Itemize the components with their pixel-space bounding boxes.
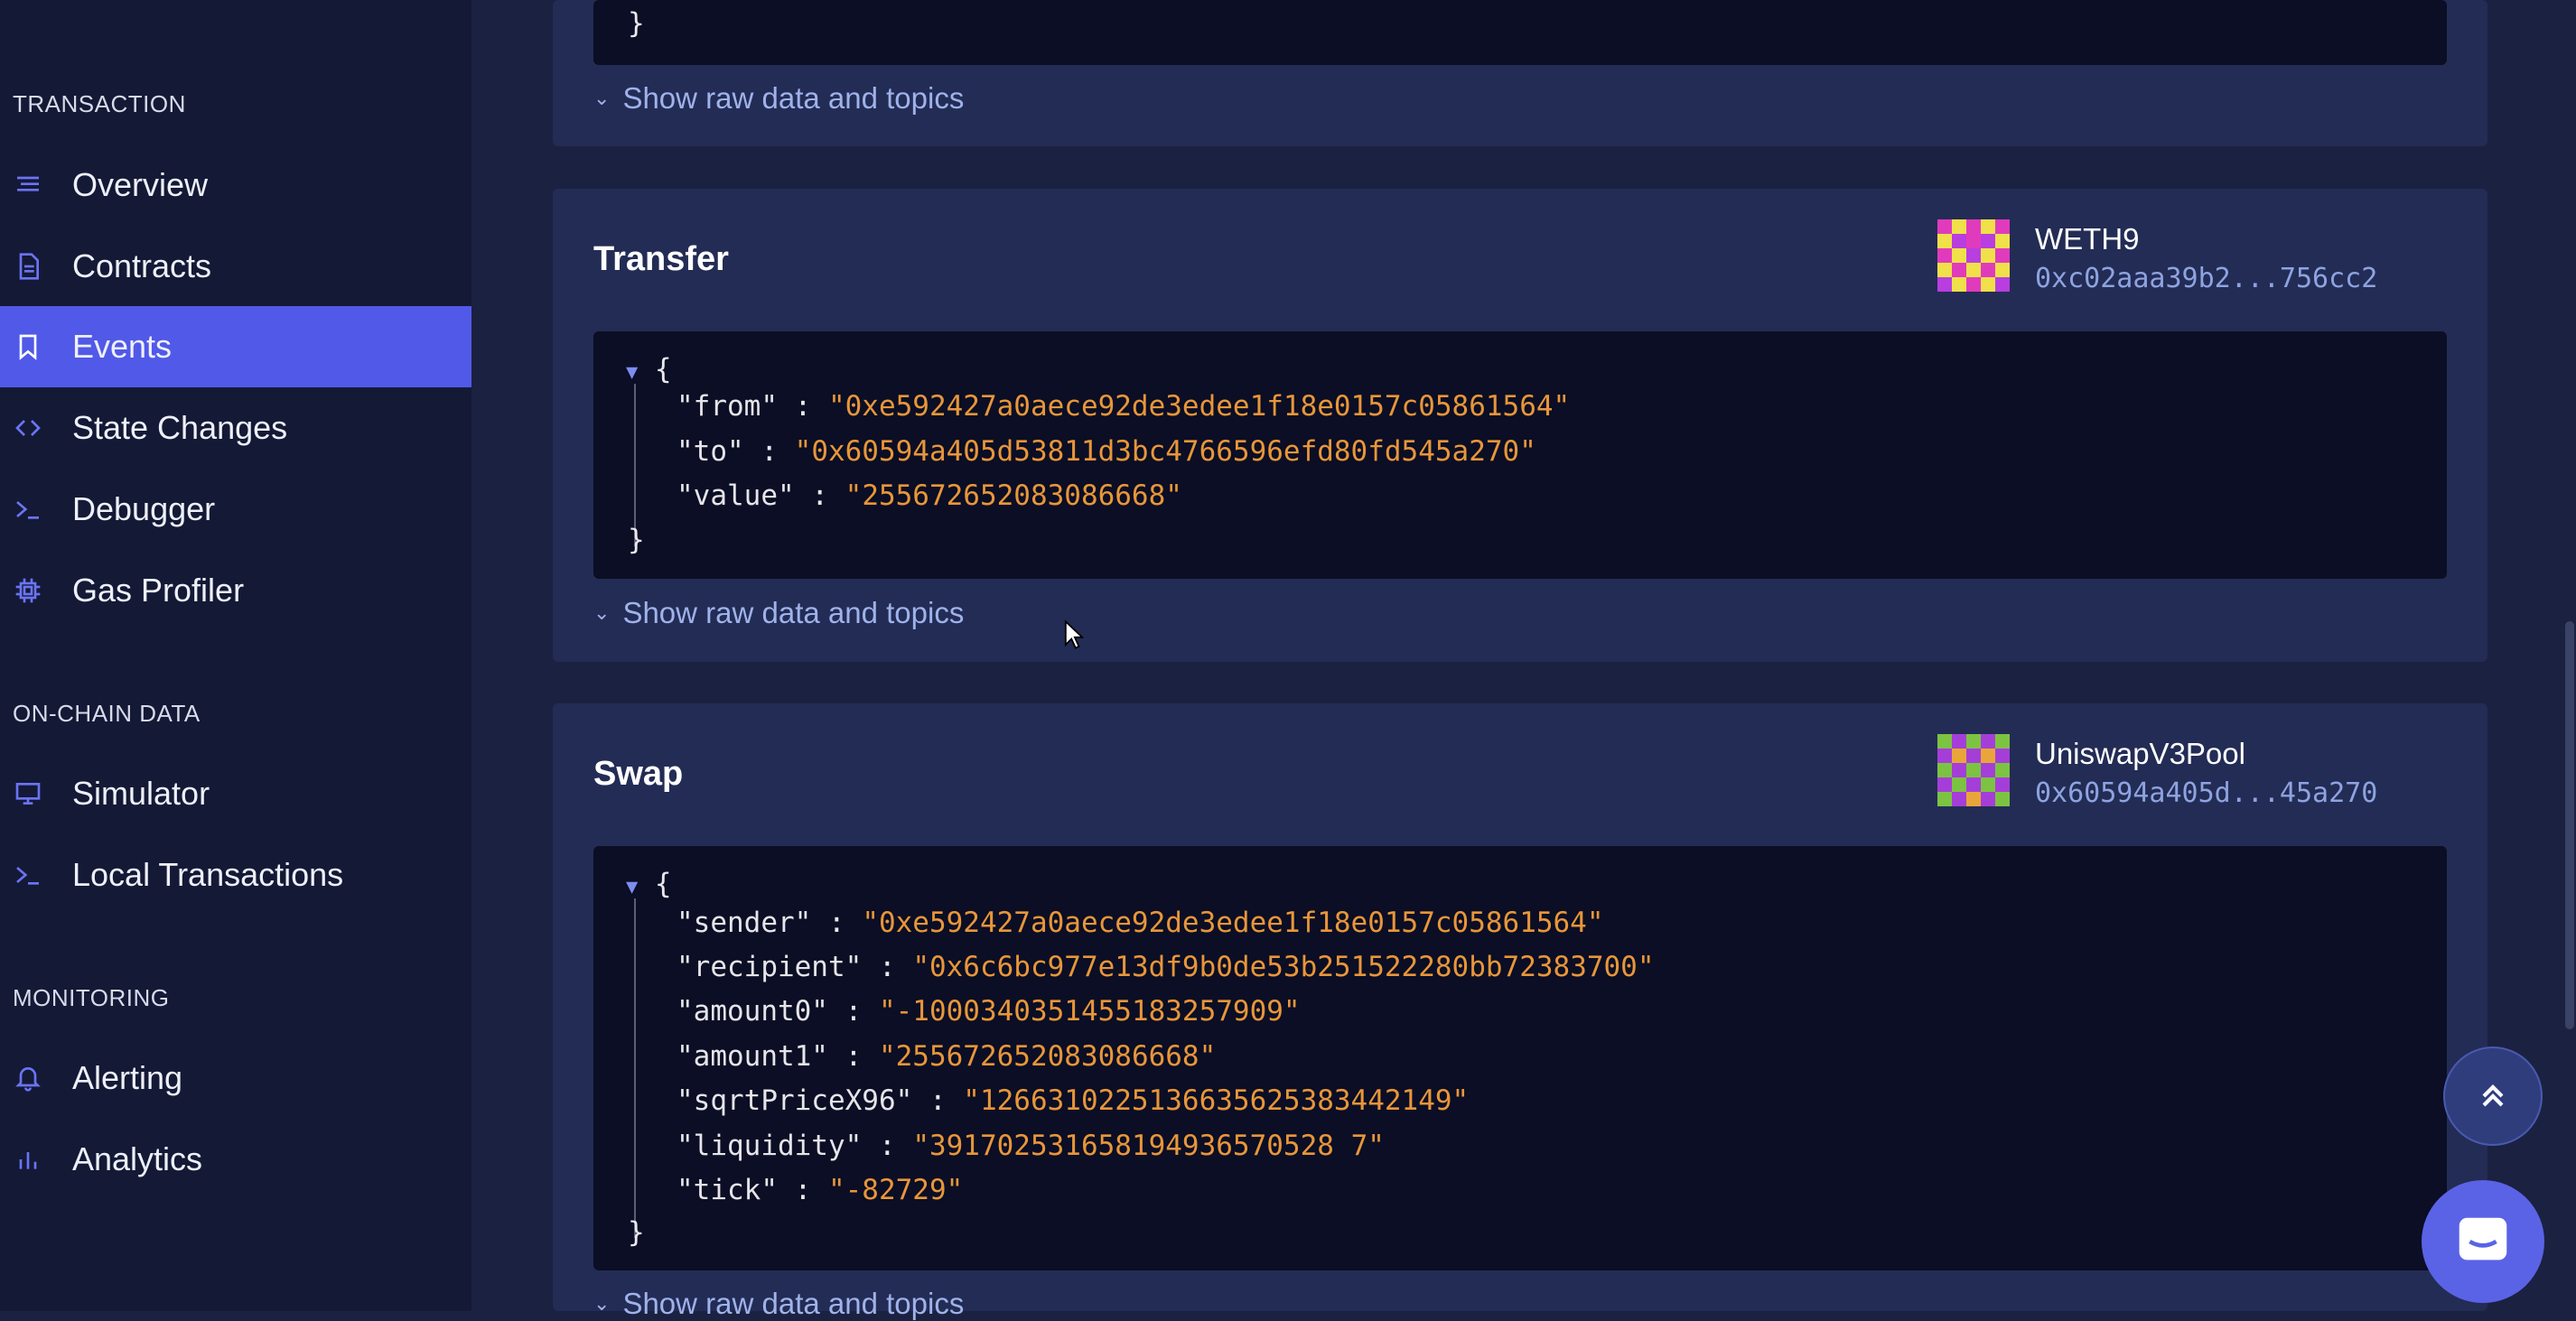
json-field-value: "value" : "255672652083086668" [677,479,1182,512]
sidebar-item-label: Simulator [72,775,210,812]
show-raw-data-toggle[interactable]: ⌄ Show raw data and topics [593,81,964,116]
sidebar-item-label: Gas Profiler [72,572,245,609]
sidebar-item-label: Contracts [72,247,212,284]
contract-name: UniswapV3Pool [2035,737,2245,770]
chevron-down-icon: ⌄ [593,1292,611,1315]
json-open-brace[interactable]: ▼ { [626,866,672,906]
show-raw-data-label: Show raw data and topics [622,81,965,115]
event-json-transfer: ▼ { "from" : "0xe592427a0aece92de3edee1f… [593,331,2447,579]
contract-identicon [1937,734,2010,806]
json-field-amount0: "amount0" : "-1000340351455183257909" [677,995,1301,1028]
sidebar-item-contracts[interactable]: Contracts [0,226,471,307]
event-title: Swap [593,755,684,793]
sidebar-item-label: Debugger [72,490,216,527]
sidebar-item-label: Local Transactions [72,856,344,893]
json-field-amount1: "amount1" : "255672652083086668" [677,1040,1217,1073]
sidebar-item-label: Events [72,328,173,365]
bookmark-icon [13,331,43,362]
json-field-liquidity: "liquidity" : "391702531658194936570528 … [677,1130,1385,1162]
json-close-brace: } [628,524,645,556]
chat-icon [2459,1217,2507,1261]
sidebar-item-label: Overview [72,166,209,203]
section-title-transaction: TRANSACTION [13,90,186,117]
json-field-sender: "sender" : "0xe592427a0aece92de3edee1f18… [677,907,1604,939]
sidebar-item-simulator[interactable]: Simulator [0,753,471,834]
mouse-cursor-icon [1064,619,1084,649]
chevron-down-icon: ⌄ [593,601,611,624]
json-field-to: "to" : "0x60594a405d53811d3bc4766596efd8… [677,435,1536,468]
section-title-monitoring: MONITORING [13,984,170,1011]
json-guide-line [634,898,636,1238]
show-raw-data-toggle[interactable]: ⌄ Show raw data and topics [593,1287,964,1321]
double-chevron-up-icon [2482,1084,2504,1107]
event-json-previous: } [593,0,2447,65]
chevron-down-icon: ⌄ [593,87,611,109]
json-field-from: "from" : "0xe592427a0aece92de3edee1f18e0… [677,390,1571,423]
json-close-brace: } [628,7,645,40]
sidebar-item-analytics[interactable]: Analytics [0,1119,471,1200]
sidebar: TRANSACTION Overview Contracts Events St… [0,0,471,1311]
contract-address: 0xc02aaa39b2...756cc2 [2035,263,2378,294]
sidebar-item-events[interactable]: Events [0,306,471,387]
collapse-caret-icon: ▼ [626,361,639,384]
sidebar-item-label: Alerting [72,1059,183,1096]
event-json-swap: ▼ { "sender" : "0xe592427a0aece92de3edee… [593,846,2447,1270]
contract-name: WETH9 [2035,222,2140,256]
document-icon [13,251,43,282]
code-icon [13,413,43,443]
sidebar-item-label: Analytics [72,1140,203,1177]
sidebar-item-debugger[interactable]: Debugger [0,469,471,550]
sidebar-item-label: State Changes [72,409,288,446]
show-raw-data-label: Show raw data and topics [622,596,965,629]
json-field-sqrt-price: "sqrtPriceX96" : "1266310225136635625383… [677,1084,1470,1117]
contract-address: 0x60594a405d...45a270 [2035,777,2378,809]
contract-identicon [1937,219,2010,292]
sidebar-item-overview[interactable]: Overview [0,144,471,226]
json-field-recipient: "recipient" : "0x6c6bc977e13df9b0de53b25… [677,951,1655,983]
scrollbar-thumb[interactable] [2565,621,2574,1029]
collapse-caret-icon: ▼ [626,876,639,898]
sidebar-item-local-transactions[interactable]: Local Transactions [0,834,471,916]
bar-chart-icon [13,1144,43,1175]
show-raw-data-toggle[interactable]: ⌄ Show raw data and topics [593,596,964,630]
event-title: Transfer [593,240,729,278]
chat-button[interactable] [2422,1180,2544,1303]
chip-icon [13,575,43,606]
json-open-brace[interactable]: ▼ { [626,351,672,391]
json-field-tick: "tick" : "-82729" [677,1174,964,1206]
section-title-on-chain-data: ON-CHAIN DATA [13,700,201,727]
sidebar-item-state-changes[interactable]: State Changes [0,387,471,469]
json-close-brace: } [628,1216,645,1249]
scroll-to-top-button[interactable] [2443,1047,2543,1146]
bell-icon [13,1063,43,1093]
sidebar-item-alerting[interactable]: Alerting [0,1037,471,1119]
terminal-icon [13,860,43,890]
contract-link[interactable]: WETH9 0xc02aaa39b2...756cc2 [1937,219,2377,299]
monitor-icon [13,778,43,809]
show-raw-data-label: Show raw data and topics [622,1287,965,1320]
list-icon [13,170,43,200]
contract-link[interactable]: UniswapV3Pool 0x60594a405d...45a270 [1937,734,2377,814]
terminal-icon [13,494,43,525]
sidebar-item-gas-profiler[interactable]: Gas Profiler [0,550,471,631]
